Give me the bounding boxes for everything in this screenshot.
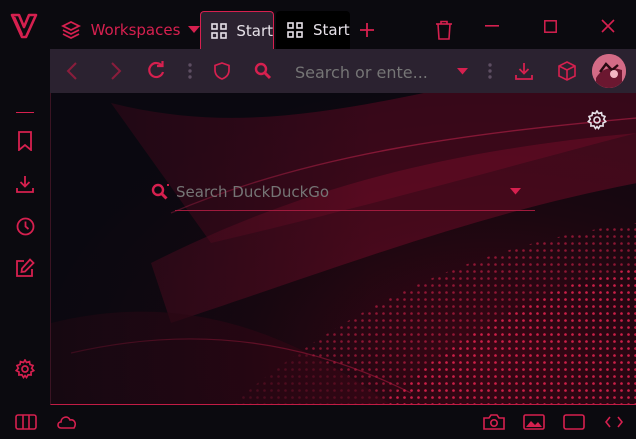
workspaces-label: Workspaces xyxy=(90,21,181,39)
more-dots-icon[interactable] xyxy=(484,61,496,81)
more-dots-icon[interactable] xyxy=(184,61,196,81)
address-input[interactable] xyxy=(290,59,455,85)
tab-label: Start xyxy=(313,21,350,39)
downloads-icon[interactable] xyxy=(13,172,37,196)
search-engine-icon xyxy=(150,181,172,203)
notes-icon[interactable] xyxy=(13,256,37,280)
search-icon xyxy=(251,59,275,83)
history-icon[interactable] xyxy=(13,214,37,238)
settings-icon[interactable] xyxy=(13,357,37,381)
vivaldi-logo-icon[interactable] xyxy=(10,12,38,40)
new-tab-plus-icon[interactable] xyxy=(356,19,378,41)
close-icon[interactable] xyxy=(596,14,620,38)
speed-dial-grid-icon xyxy=(210,21,228,41)
camera-icon[interactable] xyxy=(481,410,507,434)
download-icon[interactable] xyxy=(511,58,537,84)
workspaces-button[interactable]: Workspaces xyxy=(50,11,200,49)
layers-icon xyxy=(60,18,82,42)
panel-divider xyxy=(16,112,34,113)
start-page-search-input[interactable] xyxy=(172,180,506,204)
forward-icon[interactable] xyxy=(104,59,128,83)
address-dropdown-chevron-icon[interactable] xyxy=(452,63,472,79)
code-icon[interactable] xyxy=(601,410,627,434)
shield-icon[interactable] xyxy=(210,59,234,83)
trash-icon[interactable] xyxy=(432,18,456,42)
window-icon[interactable] xyxy=(561,410,587,434)
search-engine-dropdown-icon[interactable] xyxy=(506,184,524,198)
chevron-down-icon xyxy=(187,23,200,37)
profile-avatar[interactable] xyxy=(592,54,626,88)
start-page-settings-gear-icon[interactable] xyxy=(584,107,610,133)
cube-icon[interactable] xyxy=(554,58,580,84)
image-icon[interactable] xyxy=(521,410,547,434)
search-underline xyxy=(175,210,535,211)
tab-start[interactable]: Start xyxy=(276,11,350,49)
back-icon[interactable] xyxy=(60,59,84,83)
tab-start-active[interactable]: Start xyxy=(200,11,274,49)
maximize-icon[interactable] xyxy=(538,14,562,38)
tab-label: Start xyxy=(236,21,273,40)
background-wave-image xyxy=(51,93,636,404)
start-page-content xyxy=(50,93,636,405)
bookmarks-icon[interactable] xyxy=(13,128,37,154)
panel-toggle-icon[interactable] xyxy=(13,410,39,434)
reload-icon[interactable] xyxy=(144,59,168,83)
sync-cloud-icon[interactable] xyxy=(54,410,80,434)
minimize-icon[interactable] xyxy=(480,14,504,38)
speed-dial-grid-icon xyxy=(285,20,305,40)
